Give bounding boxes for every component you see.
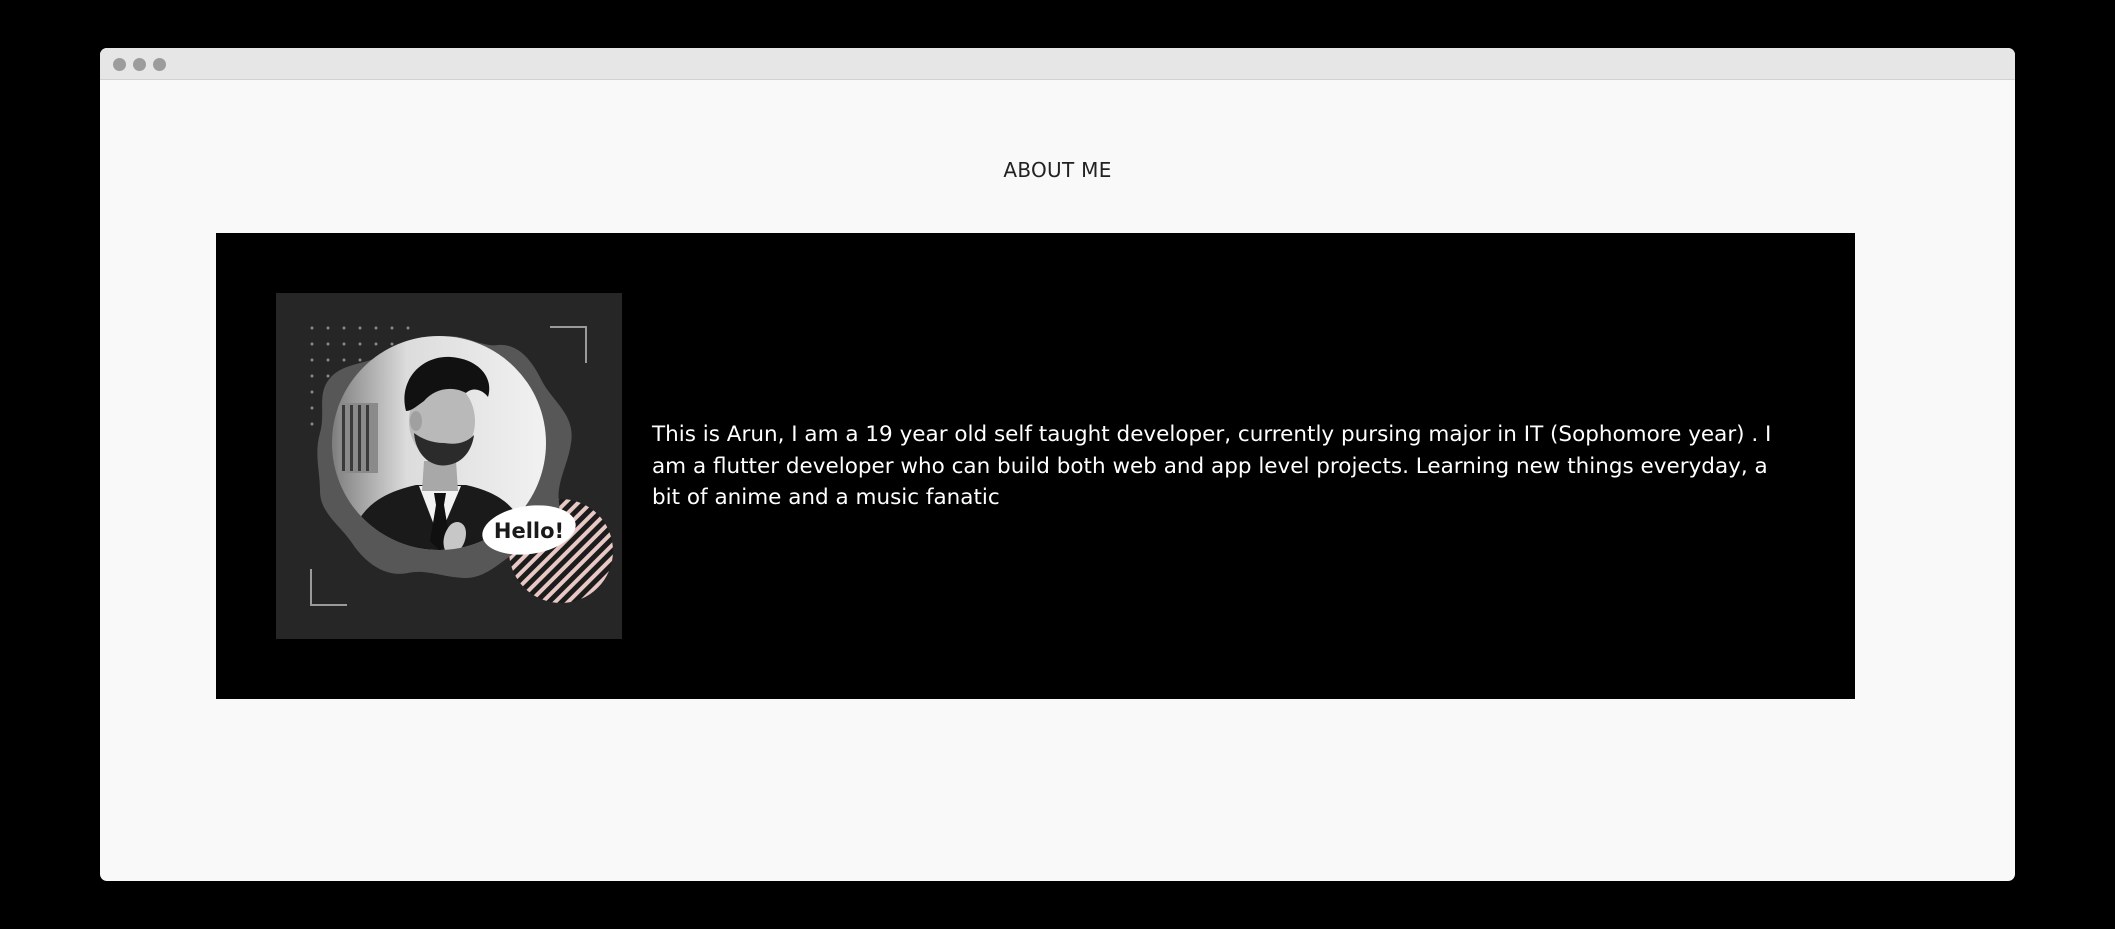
- bio-paragraph: This is Arun, I am a 19 year old self ta…: [652, 422, 1772, 510]
- profile-illustration: Hello!: [310, 326, 613, 606]
- profile-photo: Hello!: [276, 293, 622, 639]
- close-window-dot-icon[interactable]: [113, 58, 126, 71]
- about-card: Hello! This is Arun, I am a 19 year old …: [216, 233, 1855, 699]
- corner-bracket-bottom-left: [310, 569, 347, 606]
- zoom-window-dot-icon[interactable]: [153, 58, 166, 71]
- browser-window: ABOUT ME Hello! This is Arun, I am a 19 …: [100, 48, 2015, 881]
- about-me-heading: ABOUT ME: [1003, 158, 1112, 182]
- hello-badge-text: Hello!: [494, 519, 564, 543]
- corner-bracket-top-right: [550, 326, 587, 363]
- minimize-window-dot-icon[interactable]: [133, 58, 146, 71]
- window-title-bar: [100, 48, 2015, 80]
